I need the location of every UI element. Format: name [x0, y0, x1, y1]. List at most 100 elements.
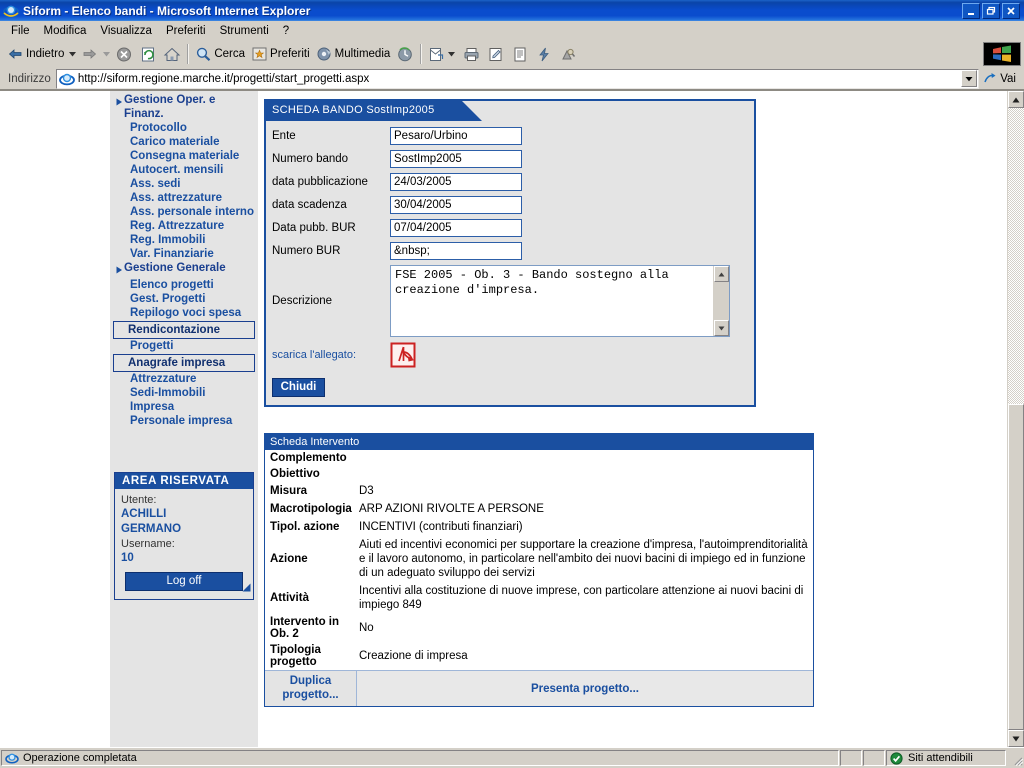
search-button[interactable]: Cerca	[192, 43, 248, 65]
sidebar-item-elenco-progetti[interactable]: Elenco progetti	[112, 278, 256, 292]
statusbar-resize-grip[interactable]	[1007, 750, 1023, 766]
label-data-scadenza: data scadenza	[272, 199, 347, 211]
menu-item-strumenti[interactable]: Strumenti	[213, 23, 276, 39]
scroll-down-icon[interactable]	[714, 320, 729, 336]
trusted-sites-icon	[890, 751, 904, 765]
scroll-up-button[interactable]	[1008, 91, 1024, 108]
sidebar-group-gestione-oper-finanz[interactable]: Gestione Oper. e Finanz.	[112, 93, 256, 121]
print-button[interactable]	[460, 43, 484, 65]
presenta-progetto-button[interactable]: Presenta progetto...	[357, 671, 813, 706]
scroll-up-icon[interactable]	[714, 266, 729, 282]
history-button[interactable]	[393, 43, 417, 65]
sidebar-item-reg-attrezzature[interactable]: Reg. Attrezzature	[112, 219, 256, 233]
messenger-button[interactable]	[532, 43, 556, 65]
scroll-down-button[interactable]	[1008, 730, 1024, 747]
area-riservata-panel: AREA RISERVATA Utente: ACHILLI GERMANO U…	[114, 472, 254, 600]
textarea-descrizione[interactable]: FSE 2005 - Ob. 3 - Bando sostegno alla c…	[390, 265, 730, 337]
user-firstname: GERMANO	[121, 523, 182, 535]
scroll-track-upper[interactable]	[1008, 108, 1024, 404]
scheda-bando-title: SCHEDA BANDO SostImp2005	[264, 99, 482, 121]
username-label: Username:	[121, 538, 175, 550]
sidebar-item-carico-materiale[interactable]: Carico materiale	[112, 135, 256, 149]
discuss-button[interactable]	[508, 43, 532, 65]
sidebar-item-ass-personale-interno[interactable]: Ass. personale interno	[112, 205, 256, 219]
sidebar-section-anagrafe-impresa[interactable]: Anagrafe impresa	[113, 354, 255, 372]
address-input[interactable]: http://siform.regione.marche.it/progetti…	[55, 68, 980, 89]
sidebar-item-repilogo-voci-spesa[interactable]: Repilogo voci spesa	[112, 306, 256, 320]
input-numero-bando[interactable]: SostImp2005	[390, 150, 522, 168]
chiudi-button[interactable]: Chiudi	[272, 378, 325, 397]
menu-item-help[interactable]: ?	[276, 23, 296, 39]
sidebar-group-gestione-generale[interactable]: Gestione Generale	[112, 261, 256, 278]
sidebar-item-var-finanziarie[interactable]: Var. Finanziarie	[112, 247, 256, 261]
page-left-gutter	[0, 91, 110, 747]
scheda-intervento-table: Complemento Obiettivo Misura D3 Macrotip…	[265, 450, 813, 670]
address-bar: Indirizzo http://siform.regione.marche.i…	[0, 68, 1024, 90]
sidebar-item-gest-progetti[interactable]: Gest. Progetti	[112, 292, 256, 306]
duplica-progetto-button[interactable]: Duplica progetto...	[265, 671, 357, 706]
back-dropdown-icon[interactable]	[67, 43, 78, 65]
sidebar-item-consegna-materiale[interactable]: Consegna materiale	[112, 149, 256, 163]
sidebar-item-ass-sedi[interactable]: Ass. sedi	[112, 177, 256, 191]
menu-item-preferiti[interactable]: Preferiti	[159, 23, 213, 39]
menu-item-visualizza[interactable]: Visualizza	[93, 23, 159, 39]
refresh-button[interactable]	[136, 43, 160, 65]
input-numero-bur[interactable]: &nbsp;	[390, 242, 522, 260]
minimize-button[interactable]	[962, 2, 980, 19]
sidebar-item-progetti[interactable]: Progetti	[112, 339, 256, 353]
field-row-numero-bando: Numero bando SostImp2005	[272, 150, 744, 168]
mail-dropdown-icon[interactable]	[446, 43, 457, 65]
refresh-icon	[139, 46, 157, 63]
logoff-button[interactable]: Log off	[125, 572, 243, 591]
row-value: ARP AZIONI RIVOLTE A PERSONE	[359, 503, 544, 515]
forward-button[interactable]	[78, 43, 101, 65]
security-zone-pane[interactable]: Siti attendibili	[886, 750, 1006, 766]
address-url: http://siform.regione.marche.it/progetti…	[77, 72, 370, 85]
scheda-intervento-title: Scheda Intervento	[265, 434, 813, 450]
research-icon	[559, 46, 577, 63]
field-row-numero-bur: Numero BUR &nbsp;	[272, 242, 744, 260]
favorites-button[interactable]: Preferiti	[248, 43, 313, 65]
pdf-icon[interactable]	[390, 341, 418, 369]
restore-button[interactable]	[982, 2, 1000, 19]
page-vertical-scrollbar[interactable]	[1007, 91, 1024, 747]
scheda-intervento-panel: Scheda Intervento Complemento Obiettivo	[264, 433, 814, 707]
media-button[interactable]: Multimedia	[313, 43, 394, 65]
sidebar-item-sedi-immobili[interactable]: Sedi-Immobili	[112, 386, 256, 400]
user-label: Utente:	[121, 494, 157, 506]
research-button[interactable]	[556, 43, 580, 65]
input-data-scadenza[interactable]: 30/04/2005	[390, 196, 522, 214]
field-row-data-scadenza: data scadenza 30/04/2005	[272, 196, 744, 214]
menu-item-file[interactable]: File	[4, 23, 37, 39]
sidebar-item-impresa[interactable]: Impresa	[112, 400, 256, 414]
input-data-pubb-bur[interactable]: 07/04/2005	[390, 219, 522, 237]
row-key: Intervento in Ob. 2	[270, 616, 340, 640]
sidebar-item-personale-impresa[interactable]: Personale impresa	[112, 414, 256, 428]
edit-button[interactable]	[484, 43, 508, 65]
row-value: INCENTIVI (contributi finanziari)	[359, 521, 523, 533]
sidebar-item-attrezzature[interactable]: Attrezzature	[112, 372, 256, 386]
menu-item-modifica[interactable]: Modifica	[37, 23, 94, 39]
sidebar-item-reg-immobili[interactable]: Reg. Immobili	[112, 233, 256, 247]
input-data-pubblicazione[interactable]: 24/03/2005	[390, 173, 522, 191]
label-numero-bando: Numero bando	[272, 153, 349, 165]
username-value: 10	[121, 552, 134, 564]
go-button[interactable]: Vai	[979, 72, 1022, 86]
textarea-scrollbar[interactable]	[713, 266, 729, 336]
sidebar-item-protocollo[interactable]: Protocollo	[112, 121, 256, 135]
input-ente[interactable]: Pesaro/Urbino	[390, 127, 522, 145]
menu-bar: File Modifica Visualizza Preferiti Strum…	[0, 21, 1024, 41]
home-button[interactable]	[160, 43, 184, 65]
sidebar-item-autocert-mensili[interactable]: Autocert. mensili	[112, 163, 256, 177]
scroll-thumb[interactable]	[1008, 404, 1024, 730]
back-button[interactable]: Indietro	[4, 43, 67, 65]
stop-button[interactable]	[112, 43, 136, 65]
label-numero-bur: Numero BUR	[272, 245, 341, 257]
close-button[interactable]	[1002, 2, 1020, 19]
sidebar-section-rendicontazione[interactable]: Rendicontazione	[113, 321, 255, 339]
mail-button[interactable]	[425, 43, 460, 65]
sidebar-item-ass-attrezzature[interactable]: Ass. attrezzature	[112, 191, 256, 205]
address-dropdown-icon[interactable]	[961, 70, 978, 87]
forward-dropdown-icon[interactable]	[101, 43, 112, 65]
caret-right-icon	[116, 96, 123, 110]
